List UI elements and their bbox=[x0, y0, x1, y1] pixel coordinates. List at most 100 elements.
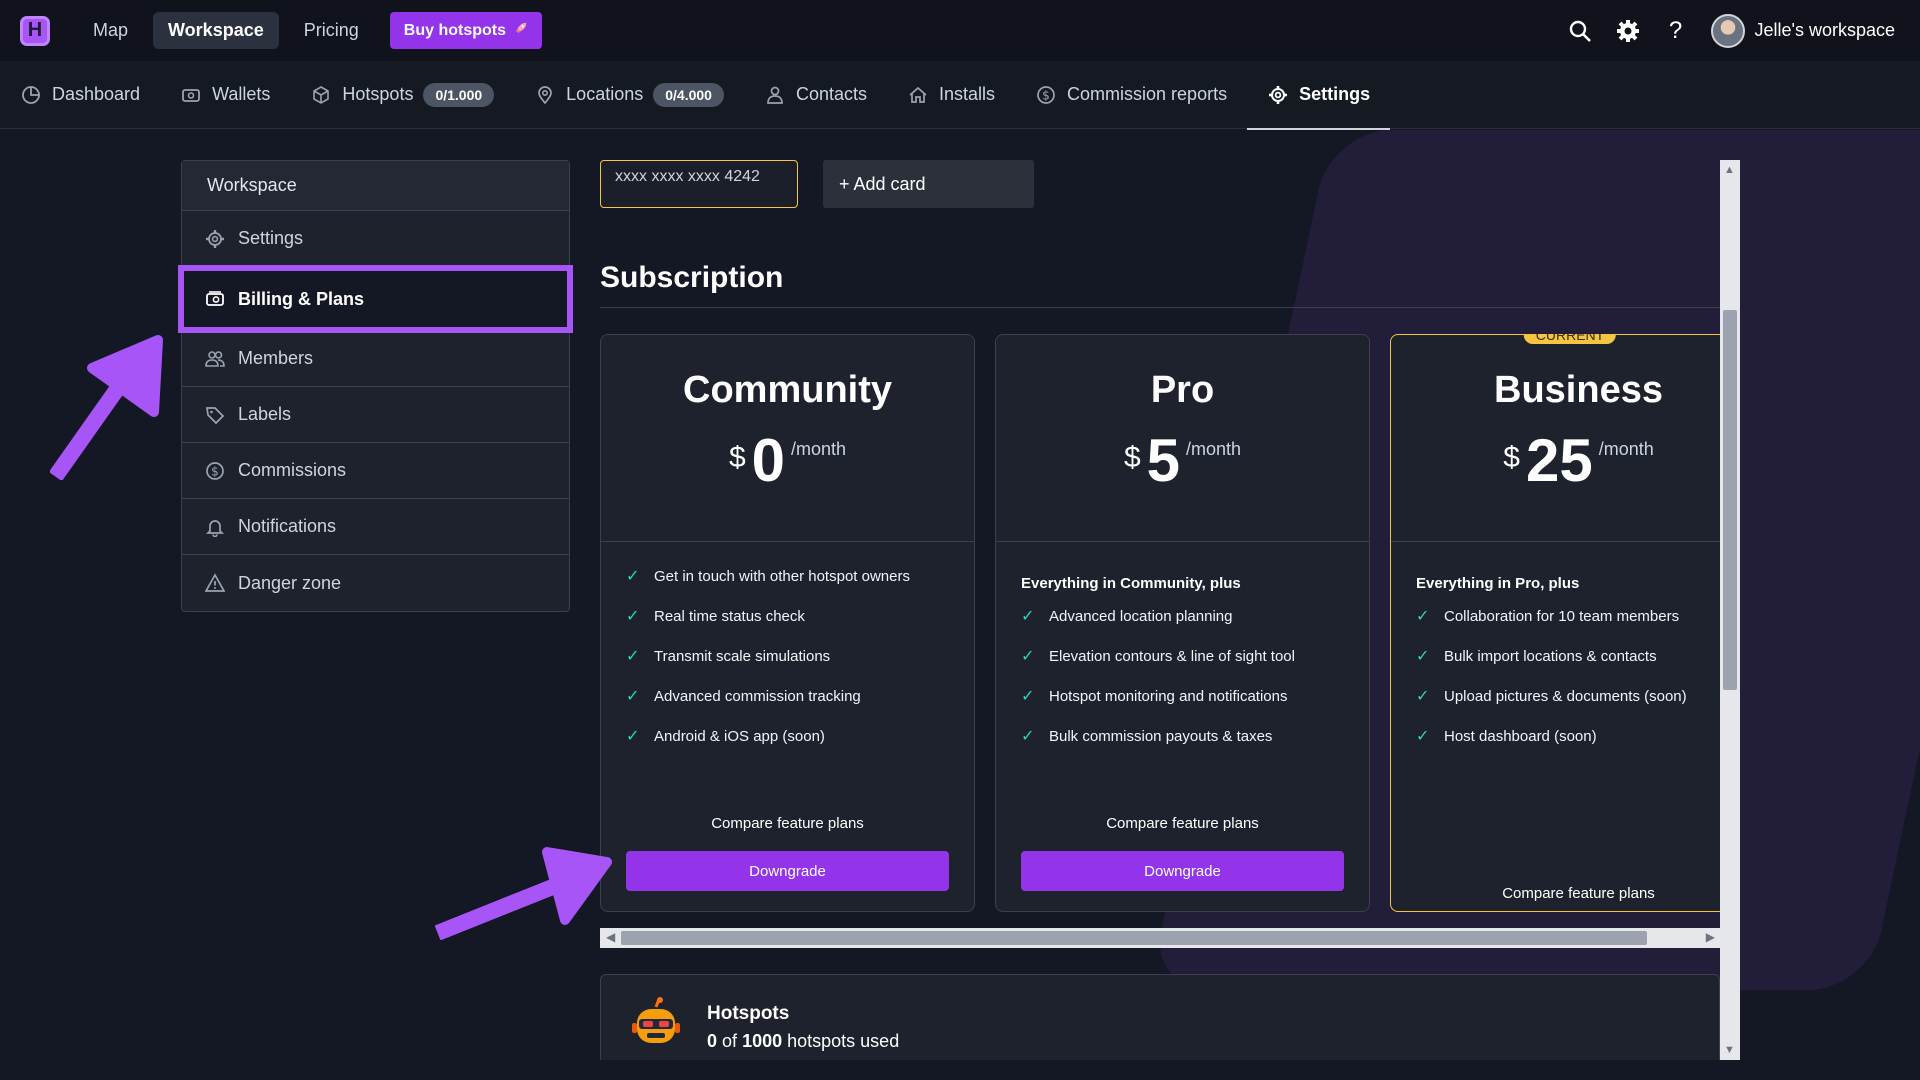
dashboard-icon bbox=[20, 84, 42, 106]
scroll-down-icon[interactable]: ▼ bbox=[1724, 1044, 1735, 1056]
settings-sidebar: Workspace Settings Billing & Plans Membe… bbox=[178, 160, 573, 612]
check-icon: ✓ bbox=[1416, 688, 1430, 705]
pin-icon bbox=[534, 84, 556, 106]
svg-text:$: $ bbox=[1042, 88, 1050, 102]
feature-text: Bulk import locations & contacts bbox=[1444, 647, 1657, 665]
help-icon[interactable]: ? bbox=[1663, 17, 1689, 44]
plan-currency: $ bbox=[1503, 441, 1520, 474]
check-icon: ✓ bbox=[1021, 648, 1035, 665]
current-plan-badge: CURRENT bbox=[1523, 334, 1617, 344]
feature-item: ✓ Bulk commission payouts & taxes bbox=[1021, 716, 1295, 756]
avatar[interactable] bbox=[1710, 13, 1745, 48]
tab-locations[interactable]: Locations 0/4.000 bbox=[514, 61, 744, 129]
app-logo[interactable]: H bbox=[20, 15, 50, 46]
billing-panel: xxxx xxxx xxxx 4242 + Add card Subscript… bbox=[600, 160, 1721, 1060]
feature-item: ✓ Host dashboard (soon) bbox=[1416, 716, 1687, 756]
plan-currency: $ bbox=[728, 441, 746, 474]
sidebar-item-danger-zone[interactable]: Danger zone bbox=[182, 555, 569, 611]
cube-icon bbox=[310, 84, 332, 106]
downgrade-button[interactable]: Downgrade bbox=[1021, 851, 1344, 891]
sidebar-item-billing-plans[interactable]: Billing & Plans bbox=[178, 265, 573, 333]
check-icon: ✓ bbox=[1021, 608, 1035, 625]
buy-hotspots-button[interactable]: Buy hotspots bbox=[389, 12, 542, 49]
nav-map[interactable]: Map bbox=[78, 12, 143, 49]
feature-item: ✓ Transmit scale simulations bbox=[626, 636, 910, 676]
home-icon bbox=[907, 84, 929, 106]
feature-text: Android & iOS app (soon) bbox=[654, 727, 825, 745]
sidebar-item-label: Commissions bbox=[238, 460, 347, 480]
search-icon[interactable] bbox=[1567, 18, 1593, 44]
feature-item: ✓ Real time status check bbox=[626, 596, 910, 636]
horizontal-scrollbar[interactable]: ◀ ▶ bbox=[600, 928, 1721, 948]
tab-wallets[interactable]: Wallets bbox=[160, 61, 290, 129]
tab-label: Installs bbox=[939, 84, 996, 104]
hotspots-used-suffix: hotspots used bbox=[787, 1031, 900, 1051]
feature-text: Upload pictures & documents (soon) bbox=[1444, 687, 1687, 705]
plan-currency: $ bbox=[1123, 441, 1141, 474]
sidebar-item-members[interactable]: Members bbox=[182, 331, 569, 387]
tab-label: Commission reports bbox=[1067, 84, 1228, 104]
sidebar-item-label: Labels bbox=[238, 404, 292, 424]
tab-commission-reports[interactable]: $ Commission reports bbox=[1015, 61, 1247, 129]
tab-dashboard[interactable]: Dashboard bbox=[0, 61, 160, 129]
sidebar-item-notifications[interactable]: Notifications bbox=[182, 499, 569, 555]
nav-workspace[interactable]: Workspace bbox=[153, 12, 279, 49]
plan-card-business: CURRENT Business $ 25 /month Everything … bbox=[1390, 334, 1721, 912]
tab-contacts[interactable]: Contacts bbox=[744, 61, 887, 129]
feature-item: ✓ Elevation contours & line of sight tool bbox=[1021, 636, 1295, 676]
scrollbar-thumb[interactable] bbox=[621, 931, 1647, 945]
locations-count-badge: 0/4.000 bbox=[653, 82, 724, 107]
tab-label: Dashboard bbox=[52, 84, 141, 104]
plan-price: $ 25 /month bbox=[1391, 431, 1721, 491]
annotation-arrow-right bbox=[435, 847, 612, 940]
plan-name: Business bbox=[1494, 369, 1663, 411]
workspace-name[interactable]: Jelle's workspace bbox=[1755, 20, 1896, 41]
compare-feature-plans-link[interactable]: Compare feature plans bbox=[601, 815, 974, 832]
tab-installs[interactable]: Installs bbox=[887, 61, 1015, 129]
sidebar-item-labels[interactable]: Labels bbox=[182, 387, 569, 443]
tab-settings[interactable]: Settings bbox=[1247, 61, 1391, 130]
tag-icon bbox=[204, 404, 226, 426]
scroll-up-icon[interactable]: ▲ bbox=[1724, 164, 1735, 176]
feature-text: Collaboration for 10 team members bbox=[1444, 607, 1680, 625]
check-icon: ✓ bbox=[1021, 728, 1035, 745]
feature-text: Get in touch with other hotspot owners bbox=[654, 567, 910, 585]
plan-features: ✓ Advanced location planning ✓ Elevation c… bbox=[1021, 596, 1295, 756]
vertical-scrollbar[interactable]: ▲ ▼ bbox=[1720, 160, 1740, 1060]
scroll-right-icon[interactable]: ▶ bbox=[1706, 930, 1715, 944]
sidebar-item-settings[interactable]: Settings bbox=[182, 211, 569, 267]
annotation-arrow-up bbox=[50, 335, 163, 480]
sidebar-item-label: Notifications bbox=[238, 516, 337, 536]
saved-card[interactable]: xxxx xxxx xxxx 4242 bbox=[600, 160, 798, 208]
feature-item: ✓ Collaboration for 10 team members bbox=[1416, 596, 1687, 636]
feature-text: Hotspot monitoring and notifications bbox=[1049, 687, 1288, 705]
feature-item: ✓ Bulk import locations & contacts bbox=[1416, 636, 1687, 676]
downgrade-button[interactable]: Downgrade bbox=[626, 851, 949, 891]
top-bar: H Map Workspace Pricing Buy hotspots ? J… bbox=[0, 0, 1920, 61]
sidebar-header: Workspace bbox=[182, 161, 569, 211]
plan-period: /month bbox=[1598, 439, 1654, 459]
sidebar-item-commissions[interactable]: $ Commissions bbox=[182, 443, 569, 499]
plan-amount: 25 bbox=[1525, 427, 1593, 494]
add-card-button[interactable]: + Add card bbox=[823, 160, 1034, 208]
plan-intro: Everything in Pro, plus bbox=[1416, 575, 1580, 592]
tab-label: Contacts bbox=[795, 84, 867, 104]
scrollbar-thumb[interactable] bbox=[1723, 310, 1737, 690]
hotspots-total-count: 1000 bbox=[742, 1031, 783, 1051]
nav-pricing[interactable]: Pricing bbox=[289, 12, 374, 49]
plan-features: ✓ Collaboration for 10 team members ✓ Bulk… bbox=[1416, 596, 1687, 756]
check-icon: ✓ bbox=[1416, 648, 1430, 665]
plans-row: Community $ 0 /month ✓ Get in touch with … bbox=[600, 334, 1721, 914]
feature-text: Elevation contours & line of sight tool bbox=[1049, 647, 1295, 665]
gear-icon[interactable] bbox=[1615, 18, 1641, 44]
tab-hotspots[interactable]: Hotspots 0/1.000 bbox=[290, 61, 514, 129]
feature-item: ✓ Upload pictures & documents (soon) bbox=[1416, 676, 1687, 716]
feature-text: Host dashboard (soon) bbox=[1444, 727, 1597, 745]
check-icon: ✓ bbox=[626, 728, 640, 745]
compare-feature-plans-link[interactable]: Compare feature plans bbox=[996, 815, 1369, 832]
feature-item: ✓ Advanced location planning bbox=[1021, 596, 1295, 636]
compare-feature-plans-link[interactable]: Compare feature plans bbox=[1391, 885, 1721, 902]
warning-icon bbox=[204, 572, 226, 594]
plan-price: $ 5 /month bbox=[996, 431, 1369, 491]
section-divider bbox=[600, 307, 1720, 308]
